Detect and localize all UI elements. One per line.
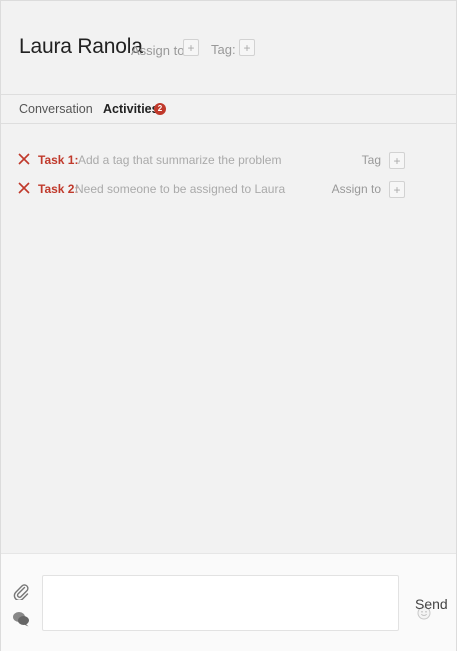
task-action-label: Assign to — [331, 182, 381, 196]
paperclip-icon[interactable] — [12, 582, 30, 600]
conversation-panel: Laura Ranola Assign to + Tag: + Conversa… — [0, 0, 457, 651]
message-composer: Send — [1, 553, 456, 651]
assign-to-add-button[interactable]: + — [183, 39, 199, 56]
close-icon[interactable] — [18, 182, 30, 194]
tab-bar: Conversation Activities 2 — [1, 95, 456, 124]
task-item: Task 2: Need someone to be assigned to L… — [1, 180, 456, 200]
task-item: Task 1: Add a tag that summarize the pro… — [1, 151, 456, 171]
assign-to-label: Assign to — [131, 43, 185, 58]
chat-bubbles-icon[interactable] — [12, 611, 30, 627]
contact-header: Laura Ranola Assign to + Tag: + — [1, 1, 456, 95]
task-description: Need someone to be assigned to Laura — [75, 182, 286, 196]
message-input[interactable] — [42, 575, 431, 631]
task-description: Add a tag that summarize the problem — [78, 153, 282, 167]
task-label: Task 1: — [38, 153, 79, 167]
task-action-label: Tag — [361, 153, 381, 167]
tag-add-button[interactable]: + — [239, 39, 255, 56]
close-icon[interactable] — [18, 153, 30, 165]
send-button[interactable]: Send — [415, 596, 448, 612]
tab-conversation[interactable]: Conversation — [19, 102, 93, 116]
task-add-tag-button[interactable]: + — [389, 152, 405, 169]
tab-activities[interactable]: Activities — [103, 102, 159, 116]
activities-count-badge: 2 — [154, 103, 166, 115]
tag-label: Tag: — [211, 42, 236, 57]
contact-name: Laura Ranola — [19, 35, 143, 58]
task-assign-button[interactable]: + — [389, 181, 405, 198]
task-label: Task 2: — [38, 182, 79, 196]
